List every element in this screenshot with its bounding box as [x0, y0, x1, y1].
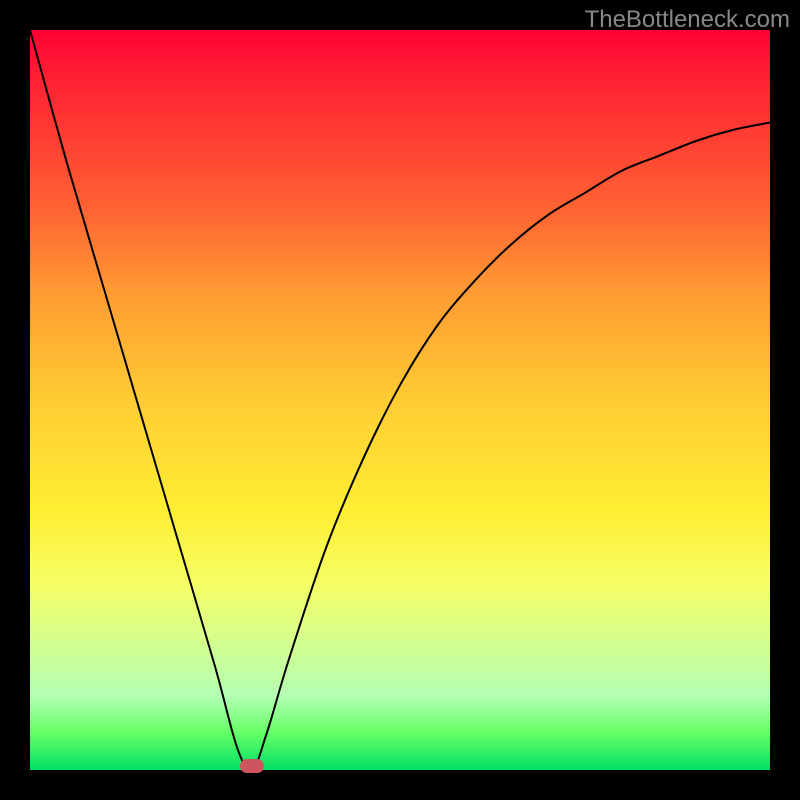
- curve-svg: [30, 30, 770, 770]
- plot-area: [30, 30, 770, 770]
- bottleneck-curve-path: [30, 30, 770, 770]
- minimum-marker: [240, 759, 264, 773]
- bottleneck-chart: TheBottleneck.com: [0, 0, 800, 800]
